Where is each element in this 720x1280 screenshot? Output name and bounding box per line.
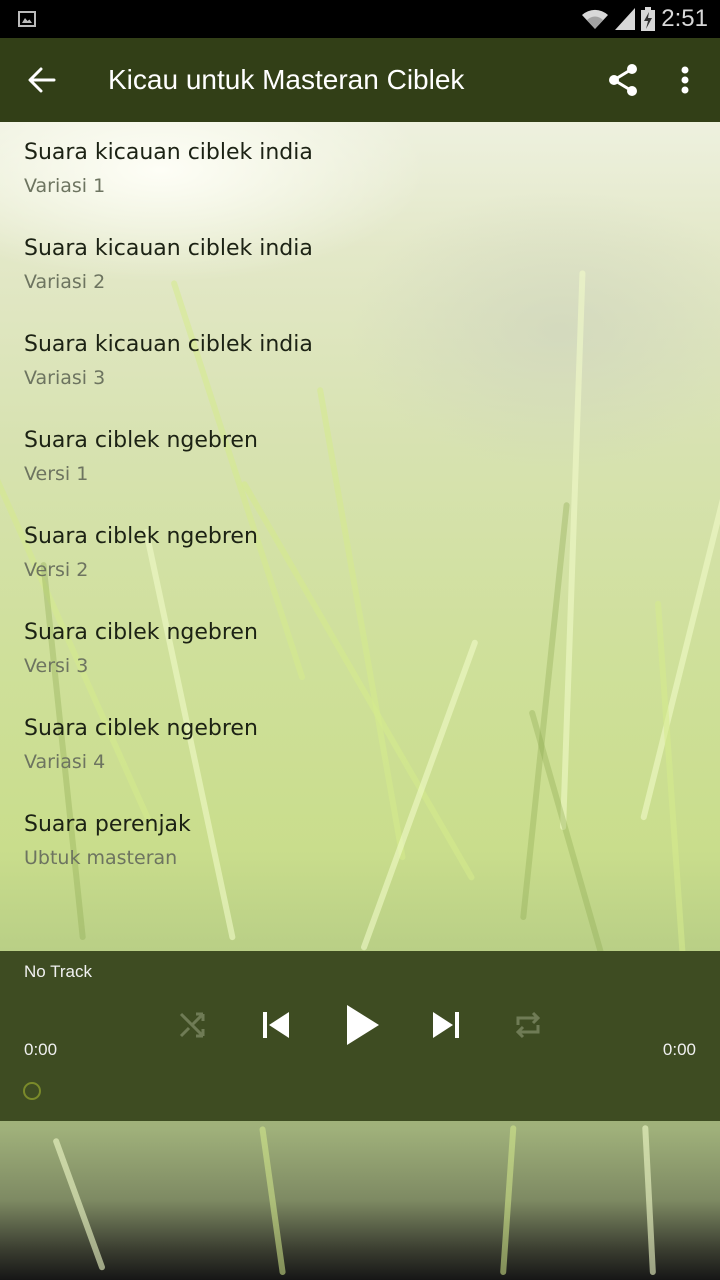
track-list-item[interactable]: Suara ciblek ngebren Versi 1 (0, 410, 720, 506)
more-options-button[interactable] (654, 38, 716, 122)
image-notification-icon (18, 11, 36, 27)
track-subtitle: Ubtuk masteran (24, 847, 178, 869)
track-list: Suara kicauan ciblek india Variasi 1 Sua… (0, 122, 720, 890)
total-duration: 0:00 (662, 1040, 696, 1059)
track-subtitle: Variasi 4 (24, 751, 106, 773)
track-subtitle: Versi 3 (24, 655, 89, 677)
clock: 2:51 (661, 5, 708, 32)
share-icon (609, 64, 637, 96)
track-subtitle: Variasi 3 (24, 367, 106, 389)
track-title: Suara kicauan ciblek india (24, 236, 313, 261)
track-list-item[interactable]: Suara ciblek ngebren Versi 3 (0, 602, 720, 698)
track-list-item[interactable]: Suara ciblek ngebren Versi 2 (0, 506, 720, 602)
repeat-icon (515, 1011, 541, 1039)
repeat-button[interactable] (508, 1003, 548, 1047)
arrow-back-icon (28, 67, 56, 93)
track-title: Suara ciblek ngebren (24, 716, 258, 741)
skip-previous-icon (263, 1012, 289, 1038)
app-bar: Kicau untuk Masteran Ciblek (0, 38, 720, 122)
track-subtitle: Variasi 1 (24, 175, 106, 197)
play-button[interactable] (338, 999, 388, 1051)
more-vert-icon (681, 66, 689, 94)
current-time: 0:00 (24, 1040, 58, 1059)
battery-charging-icon (641, 7, 656, 31)
previous-button[interactable] (254, 1003, 298, 1047)
track-title: Suara ciblek ngebren (24, 620, 258, 645)
music-player: No Track 0:00 0:00 (0, 951, 720, 1121)
track-title: Suara perenjak (24, 812, 191, 837)
signal-icon (615, 8, 636, 30)
status-bar: 2:51 (0, 0, 720, 38)
shuffle-button[interactable] (172, 1003, 212, 1047)
shuffle-icon (179, 1012, 205, 1038)
back-button[interactable] (0, 38, 84, 122)
track-subtitle: Versi 2 (24, 559, 89, 581)
seek-bar-thumb[interactable] (23, 1082, 41, 1100)
track-subtitle: Variasi 2 (24, 271, 106, 293)
track-title: Suara ciblek ngebren (24, 524, 258, 549)
track-list-item[interactable]: Suara perenjak Ubtuk masteran (0, 794, 720, 890)
track-list-item[interactable]: Suara kicauan ciblek india Variasi 3 (0, 314, 720, 410)
page-title: Kicau untuk Masteran Ciblek (108, 64, 465, 95)
next-button[interactable] (424, 1003, 468, 1047)
track-title: Suara kicauan ciblek india (24, 332, 313, 357)
play-icon (347, 1005, 379, 1045)
track-title: Suara kicauan ciblek india (24, 140, 313, 165)
track-list-item[interactable]: Suara ciblek ngebren Variasi 4 (0, 698, 720, 794)
now-playing-label: No Track (24, 962, 93, 981)
track-list-item[interactable]: Suara kicauan ciblek india Variasi 2 (0, 218, 720, 314)
track-list-item[interactable]: Suara kicauan ciblek india Variasi 1 (0, 122, 720, 218)
share-button[interactable] (592, 38, 654, 122)
wifi-icon (582, 9, 609, 29)
track-subtitle: Versi 1 (24, 463, 89, 485)
track-title: Suara ciblek ngebren (24, 428, 258, 453)
skip-next-icon (433, 1012, 459, 1038)
